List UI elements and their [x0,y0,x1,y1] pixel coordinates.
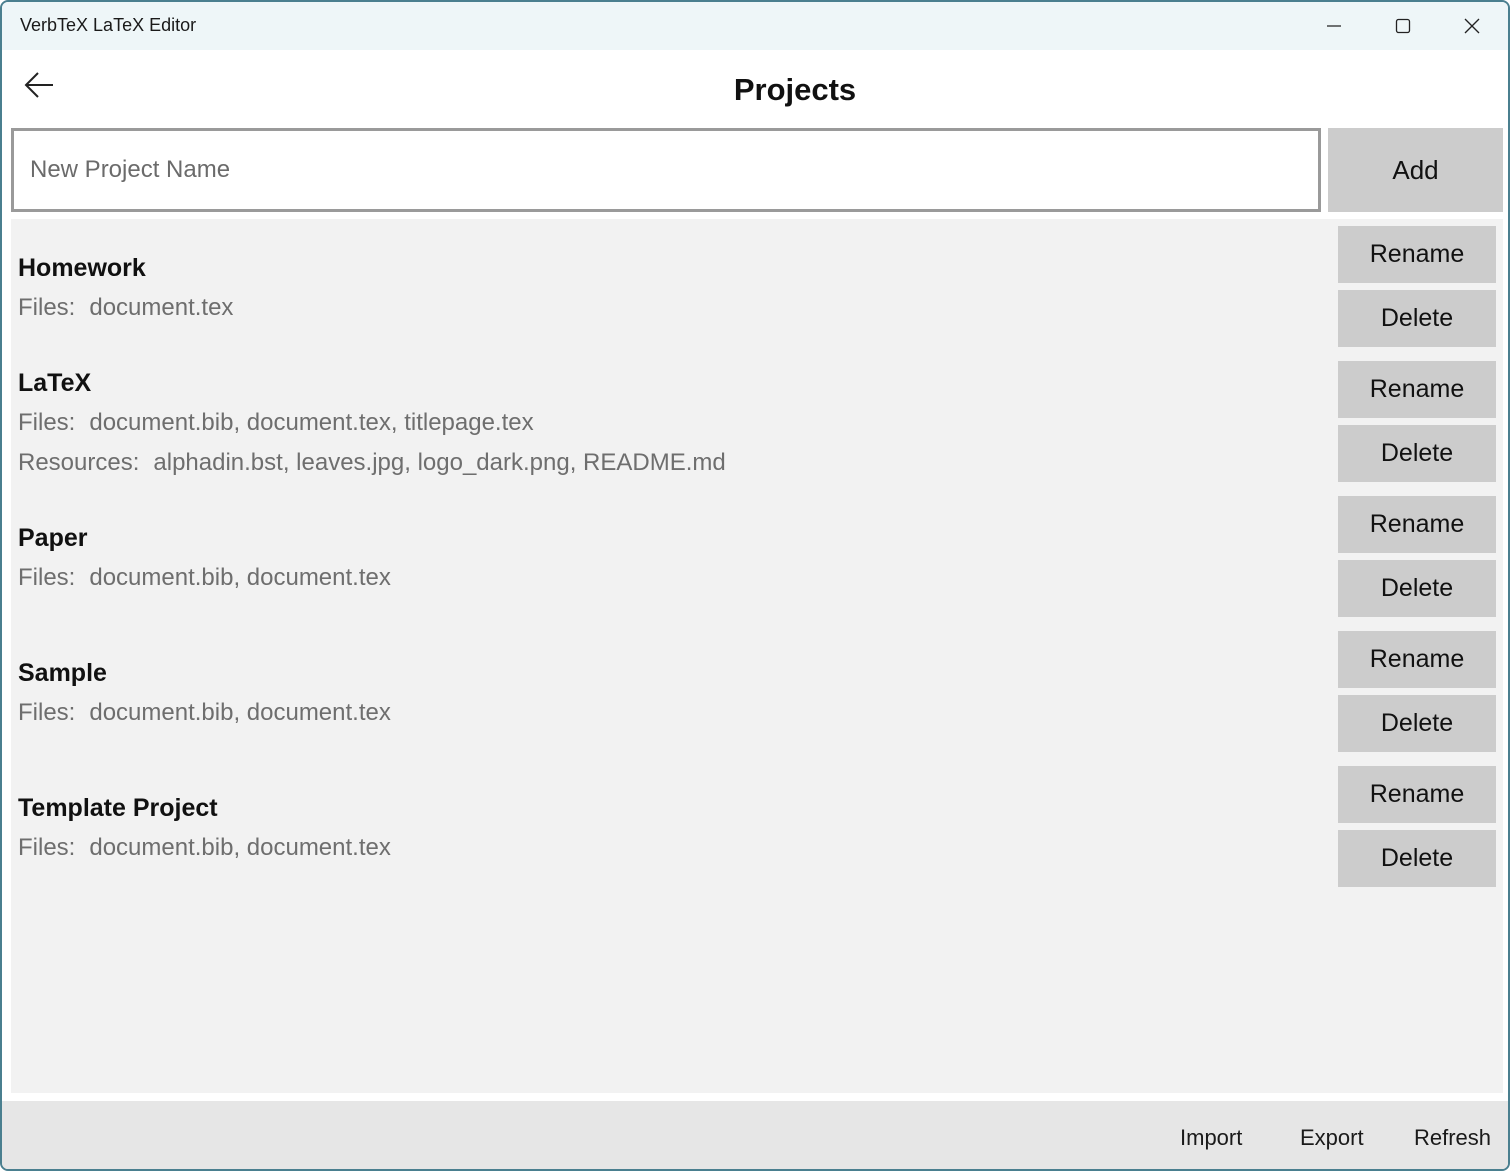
close-icon [1464,18,1480,34]
project-resources: Resources: alphadin.bst, leaves.jpg, logo… [18,449,726,476]
rename-button[interactable]: Rename [1338,496,1496,553]
project-item-homework[interactable]: Homework Files: document.tex Rename Delet… [11,219,1503,354]
refresh-button[interactable]: Refresh [1414,1125,1491,1151]
project-item-template-project[interactable]: Template Project Files: document.bib, doc… [11,759,1503,894]
delete-button[interactable]: Delete [1338,425,1496,482]
export-button[interactable]: Export [1300,1125,1364,1151]
project-list[interactable]: Homework Files: document.tex Rename Delet… [11,219,1503,1093]
rename-button[interactable]: Rename [1338,361,1496,418]
rename-button[interactable]: Rename [1338,226,1496,283]
title-bar[interactable]: VerbTeX LaTeX Editor [2,2,1508,50]
project-name: Template Project [18,794,218,822]
command-bar: Import Export Refresh [2,1101,1508,1169]
project-item-sample[interactable]: Sample Files: document.bib, document.tex … [11,624,1503,759]
delete-button[interactable]: Delete [1338,830,1496,887]
minimize-button[interactable] [1300,2,1368,50]
project-name: Paper [18,524,88,552]
project-item-paper[interactable]: Paper Files: document.bib, document.tex R… [11,489,1503,624]
project-item-latex[interactable]: LaTeX Files: document.bib, document.tex, … [11,354,1503,489]
project-name: Sample [18,659,107,687]
project-files: Files: document.tex [18,294,234,321]
delete-button[interactable]: Delete [1338,290,1496,347]
maximize-icon [1395,18,1411,34]
delete-button[interactable]: Delete [1338,695,1496,752]
project-name: Homework [18,254,146,282]
rename-button[interactable]: Rename [1338,766,1496,823]
project-files: Files: document.bib, document.tex [18,834,391,861]
maximize-button[interactable] [1369,2,1437,50]
add-project-button[interactable]: Add [1328,128,1503,212]
window-title: VerbTeX LaTeX Editor [20,15,197,35]
close-button[interactable] [1438,2,1506,50]
app-window: VerbTeX LaTeX Editor Projects Add Homewo… [0,0,1510,1171]
delete-button[interactable]: Delete [1338,560,1496,617]
project-files: Files: document.bib, document.tex [18,564,391,591]
project-files: Files: document.bib, document.tex [18,699,391,726]
project-files: Files: document.bib, document.tex, titlep… [18,409,534,436]
new-project-name-input[interactable] [11,128,1321,212]
import-button[interactable]: Import [1180,1125,1242,1151]
project-name: LaTeX [18,369,92,397]
minimize-icon [1327,25,1341,27]
page-title: Projects [733,72,857,107]
rename-button[interactable]: Rename [1338,631,1496,688]
